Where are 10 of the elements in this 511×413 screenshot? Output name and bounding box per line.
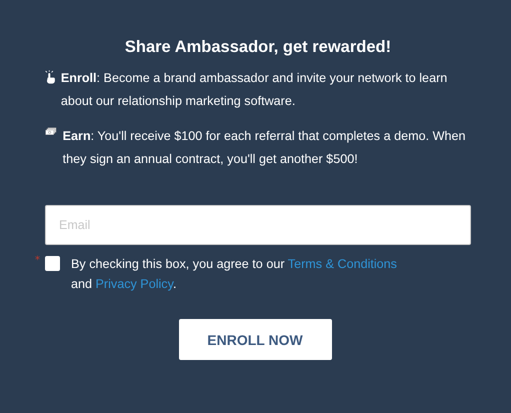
heading: Share Ambassador, get rewarded! xyxy=(124,38,392,57)
agreement-text: By checking this box, you agree to our Terms & Conditions and Privacy Policy. xyxy=(71,256,398,293)
checkbox[interactable] xyxy=(45,256,60,271)
description-text: Enroll: Become a brand ambassador and invite your network to learn about our relationship marketing software. xyxy=(60,70,448,110)
required-mark: * xyxy=(35,254,41,268)
enroll-button[interactable]: ENROLL NOW xyxy=(178,319,332,360)
money-stack-icon xyxy=(45,125,57,138)
description-text: Earn: You'll receive $100 for each referral that completes a demo. When they sign an annual contract, you'll get another $500! xyxy=(62,128,466,168)
terms-link[interactable]: Terms & Conditions xyxy=(288,257,397,271)
privacy-link[interactable]: Privacy Policy xyxy=(96,277,173,291)
